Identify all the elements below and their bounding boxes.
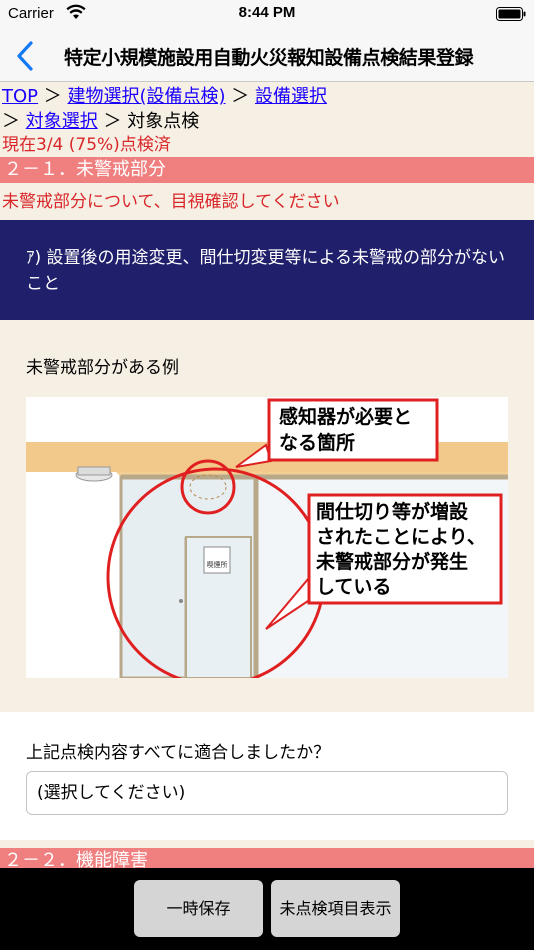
svg-text:感知器が必要と: 感知器が必要と (279, 405, 412, 428)
breadcrumb: TOP ＞ 建物選択(設備点検) ＞ 設備選択 ＞ 対象選択 ＞ 対象点検 (0, 82, 534, 134)
clock: 8:44 PM (238, 4, 296, 21)
breadcrumb-separator: ＞ (2, 111, 20, 132)
svg-text:されたことにより、: されたことにより、 (316, 526, 486, 548)
conformity-select[interactable]: (選択してください) (26, 771, 508, 815)
inspection-item-box: ｱ) 設置後の用途変更、間仕切変更等による未警戒の部分がないこと (0, 220, 534, 320)
bottom-toolbar: 一時保存 未点検項目表示 (0, 868, 534, 950)
smoking-room-sign: 喫煙所 (207, 560, 228, 569)
section-header-malfunction: ２－２．機能障害 (0, 848, 534, 868)
show-unchecked-items-button[interactable]: 未点検項目表示 (271, 880, 400, 937)
example-illustration: 喫煙所 感知器が必要と なる箇所 間仕切り等が増設 されたことにより、 未警戒部… (26, 397, 508, 678)
status-bar: Carrier 8:44 PM (0, 0, 534, 30)
breadcrumb-separator: ＞ (103, 111, 122, 132)
back-chevron-icon[interactable] (14, 40, 36, 72)
page-title: 特定小規模施設用自動火災報知設備点検結果登録 (64, 47, 474, 69)
conformity-question: 上記点検内容すべてに適合しましたか？ (26, 743, 331, 763)
svg-text:している: している (316, 576, 391, 598)
battery-icon (496, 7, 526, 21)
answer-card: 上記点検内容すべてに適合しましたか？ (選択してください) (0, 712, 534, 840)
inspection-item-text: ｱ) 設置後の用途変更、間仕切変更等による未警戒の部分がないこと (26, 248, 506, 294)
breadcrumb-equipment-select[interactable]: 設備選択 (255, 86, 327, 107)
breadcrumb-separator: ＞ (43, 86, 62, 107)
navigation-bar: 特定小規模施設用自動火災報知設備点検結果登録 (0, 30, 534, 82)
main-content[interactable]: TOP ＞ 建物選択(設備点検) ＞ 設備選択 ＞ 対象選択 ＞ 対象点検 現在… (0, 82, 534, 868)
smoke-detector-icon (75, 466, 113, 482)
breadcrumb-top[interactable]: TOP (2, 86, 38, 107)
instruction-text: 未警戒部分について、目視確認してください (2, 192, 340, 212)
svg-text:なる箇所: なる箇所 (279, 431, 355, 454)
breadcrumb-building-select[interactable]: 建物選択(設備点検) (68, 86, 226, 107)
example-label: 未警戒部分がある例 (26, 358, 179, 378)
svg-text:間仕切り等が増設: 間仕切り等が増設 (316, 500, 469, 523)
svg-text:未警戒部分が発生: 未警戒部分が発生 (315, 550, 468, 573)
progress-status: 現在3/4 (75%)点検済 (2, 135, 171, 155)
breadcrumb-separator: ＞ (231, 86, 250, 107)
breadcrumb-current: 対象点検 (127, 111, 200, 132)
breadcrumb-target-select[interactable]: 対象選択 (26, 111, 98, 132)
save-draft-button[interactable]: 一時保存 (134, 880, 263, 937)
section-header-unmonitored: ２－１．未警戒部分 (0, 157, 534, 183)
